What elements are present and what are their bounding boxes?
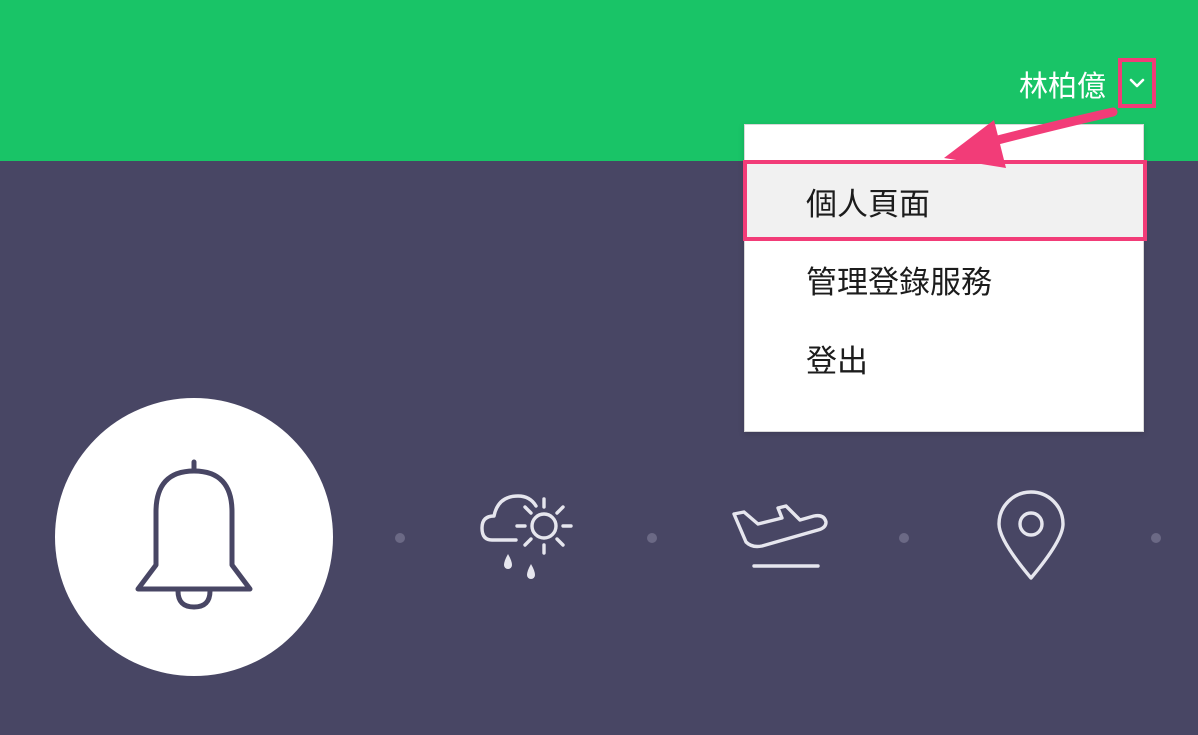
bell-icon xyxy=(135,459,253,610)
user-menu-toggle[interactable] xyxy=(1118,58,1156,108)
flight-departure-icon xyxy=(732,504,828,568)
menu-item-logout[interactable]: 登出 xyxy=(745,320,1143,396)
page: 林柏億 個人頁面 管理登錄服務 登出 xyxy=(0,0,1198,735)
notification-bell-button[interactable] xyxy=(55,398,333,676)
location-pin-icon xyxy=(997,490,1065,580)
separator-dot xyxy=(899,533,909,543)
user-name: 林柏億 xyxy=(1018,69,1106,103)
weather-icon xyxy=(480,494,573,579)
menu-item-profile[interactable]: 個人頁面 xyxy=(745,163,1143,239)
separator-dot xyxy=(1151,533,1161,543)
menu-item-label: 個人頁面 xyxy=(806,186,930,223)
chevron-down-icon xyxy=(1129,78,1145,88)
menu-item-manage-login[interactable]: 管理登錄服務 xyxy=(745,241,1143,317)
user-dropdown-menu: 個人頁面 管理登錄服務 登出 xyxy=(744,124,1144,432)
menu-item-label: 登出 xyxy=(806,343,868,380)
menu-item-label: 管理登錄服務 xyxy=(806,264,992,301)
separator-dot xyxy=(647,533,657,543)
separator-dot xyxy=(395,533,405,543)
